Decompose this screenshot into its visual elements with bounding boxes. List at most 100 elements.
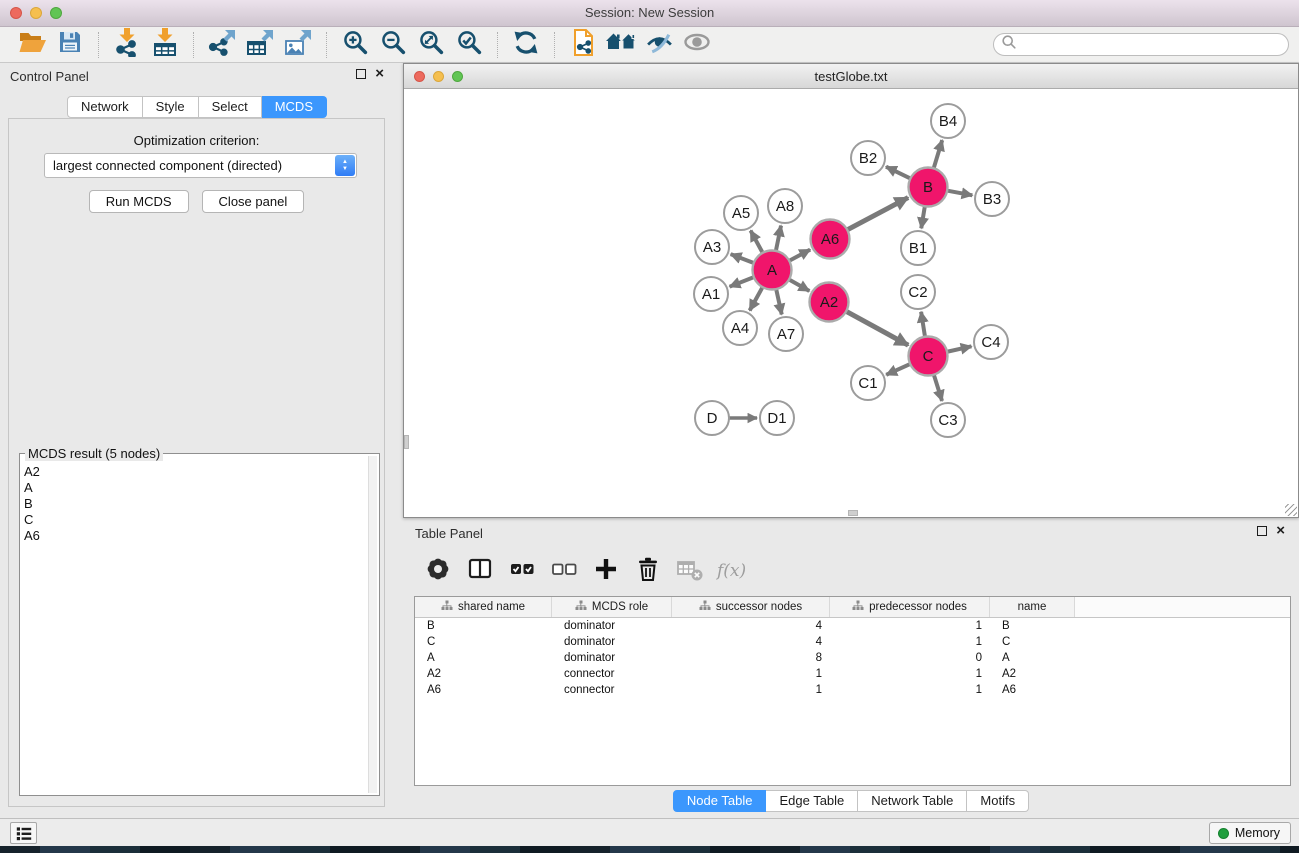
table-row-A6[interactable]: A6connector11A6 [415, 682, 1290, 698]
graph-node-A4[interactable]: A4 [723, 311, 757, 345]
graph-node-D1[interactable]: D1 [760, 401, 794, 435]
mcds-result-item[interactable]: A [24, 480, 379, 496]
hide-graphics-details-icon [645, 29, 674, 61]
graph-node-B[interactable]: B [909, 168, 948, 207]
cell-successor-nodes: 1 [672, 682, 830, 698]
graph-node-A8[interactable]: A8 [768, 189, 802, 223]
graph-node-C2[interactable]: C2 [901, 275, 935, 309]
tab-network[interactable]: Network [67, 96, 143, 118]
graph-edge-A-A1 [730, 277, 755, 287]
cell-successor-nodes: 4 [672, 634, 830, 650]
network-view-window: testGlobe.txt B4B2BB3A8A5A6B1A3AC2A1A2A4… [403, 63, 1299, 518]
graph-node-A[interactable]: A [753, 251, 792, 290]
mcds-result-item[interactable]: A2 [24, 464, 379, 480]
main-area: Control Panel × NetworkStyleSelectMCDS O… [0, 63, 1299, 818]
graph-node-A7[interactable]: A7 [769, 317, 803, 351]
svg-text:B: B [923, 179, 933, 196]
resize-grip[interactable] [1285, 504, 1297, 516]
export-table-button[interactable] [241, 30, 279, 60]
float-table-panel-icon[interactable] [1257, 526, 1267, 536]
hide-graphics-details-button[interactable] [640, 30, 678, 60]
result-scrollbar[interactable] [368, 456, 377, 793]
cell-name: A2 [990, 666, 1075, 682]
select-all-button[interactable] [505, 555, 539, 587]
tab-network-table[interactable]: Network Table [858, 790, 967, 812]
export-image-button[interactable] [279, 30, 317, 60]
graph-edge-A2-C [845, 311, 908, 345]
run-mcds-button[interactable]: Run MCDS [89, 190, 189, 213]
graph-edge-A6-B [846, 198, 908, 231]
import-table-button[interactable] [146, 30, 184, 60]
toolbar-group [497, 32, 554, 58]
duplicate-network-button[interactable] [564, 30, 602, 60]
add-column-button[interactable] [589, 555, 623, 587]
graph-node-B2[interactable]: B2 [851, 141, 885, 175]
table-row-A[interactable]: Adominator80A [415, 650, 1290, 666]
zoom-fit-button[interactable] [412, 30, 450, 60]
mcds-result-item[interactable]: A6 [24, 528, 379, 544]
tab-node-table[interactable]: Node Table [673, 790, 767, 812]
vertical-scrollbar-thumb[interactable] [404, 435, 409, 449]
cell-predecessor-nodes: 1 [830, 682, 990, 698]
graph-node-A3[interactable]: A3 [695, 230, 729, 264]
close-table-panel-icon[interactable]: × [1276, 526, 1285, 536]
graph-node-B3[interactable]: B3 [975, 182, 1009, 216]
save-session-button[interactable] [51, 30, 89, 60]
column-split-button[interactable] [463, 555, 497, 587]
delete-column-button[interactable] [631, 555, 665, 587]
column-header-label: MCDS role [592, 601, 648, 613]
function-builder-button: f(x) [715, 561, 746, 581]
tab-select[interactable]: Select [199, 96, 262, 118]
tab-style[interactable]: Style [143, 96, 199, 118]
mcds-result-item[interactable]: C [24, 512, 379, 528]
close-panel-button[interactable]: Close panel [202, 190, 305, 213]
search-icon [1001, 34, 1017, 55]
graph-node-B1[interactable]: B1 [901, 231, 935, 265]
close-panel-icon[interactable]: × [375, 69, 384, 79]
zoom-out-button[interactable] [374, 30, 412, 60]
column-header-successor-nodes[interactable]: successor nodes [672, 597, 830, 617]
graph-node-B4[interactable]: B4 [931, 104, 965, 138]
task-history-button[interactable] [10, 822, 37, 844]
graph-edge-B-B3 [946, 190, 972, 195]
horizontal-scrollbar-thumb[interactable] [848, 510, 858, 516]
export-network-button[interactable] [203, 30, 241, 60]
zoom-selected-button[interactable] [450, 30, 488, 60]
graph-node-C1[interactable]: C1 [851, 366, 885, 400]
import-network-button[interactable] [108, 30, 146, 60]
desktop-background [0, 846, 1299, 853]
network-canvas[interactable]: B4 B2 B B3 A8 A5 A6 B1 A3 A C2 A1 A2 A4 A7 C4 C C1 D D1 C3 [404, 89, 1298, 517]
memory-button[interactable]: Memory [1209, 822, 1291, 844]
open-file-button[interactable] [13, 30, 51, 60]
graph-node-C3[interactable]: C3 [931, 403, 965, 437]
table-row-C[interactable]: Cdominator41C [415, 634, 1290, 650]
graph-node-A5[interactable]: A5 [724, 196, 758, 230]
tab-mcds[interactable]: MCDS [262, 96, 327, 118]
search-input[interactable] [1017, 35, 1288, 54]
table-settings-button[interactable] [421, 555, 455, 587]
zoom-in-button[interactable] [336, 30, 374, 60]
cell-successor-nodes: 4 [672, 618, 830, 634]
graph-node-C4[interactable]: C4 [974, 325, 1008, 359]
graph-node-C[interactable]: C [909, 337, 948, 376]
table-row-A2[interactable]: A2connector11A2 [415, 666, 1290, 682]
graph-node-D[interactable]: D [695, 401, 729, 435]
float-panel-icon[interactable] [356, 69, 366, 79]
graph-node-A6[interactable]: A6 [811, 220, 850, 259]
column-header-MCDS-role[interactable]: MCDS role [552, 597, 672, 617]
save-session-icon [57, 29, 83, 60]
column-header-shared-name[interactable]: shared name [415, 597, 552, 617]
refresh-button[interactable] [507, 30, 545, 60]
optimization-criterion-select[interactable]: largest connected component (directed) ▲… [44, 153, 357, 178]
graph-node-A2[interactable]: A2 [810, 283, 849, 322]
tab-edge-table[interactable]: Edge Table [766, 790, 858, 812]
show-graphics-details-button[interactable] [678, 30, 716, 60]
home-view-button[interactable] [602, 30, 640, 60]
mcds-result-item[interactable]: B [24, 496, 379, 512]
graph-node-A1[interactable]: A1 [694, 277, 728, 311]
table-row-B[interactable]: Bdominator41B [415, 618, 1290, 634]
deselect-all-button[interactable] [547, 555, 581, 587]
column-header-name[interactable]: name [990, 597, 1075, 617]
tab-motifs[interactable]: Motifs [967, 790, 1029, 812]
column-header-predecessor-nodes[interactable]: predecessor nodes [830, 597, 990, 617]
